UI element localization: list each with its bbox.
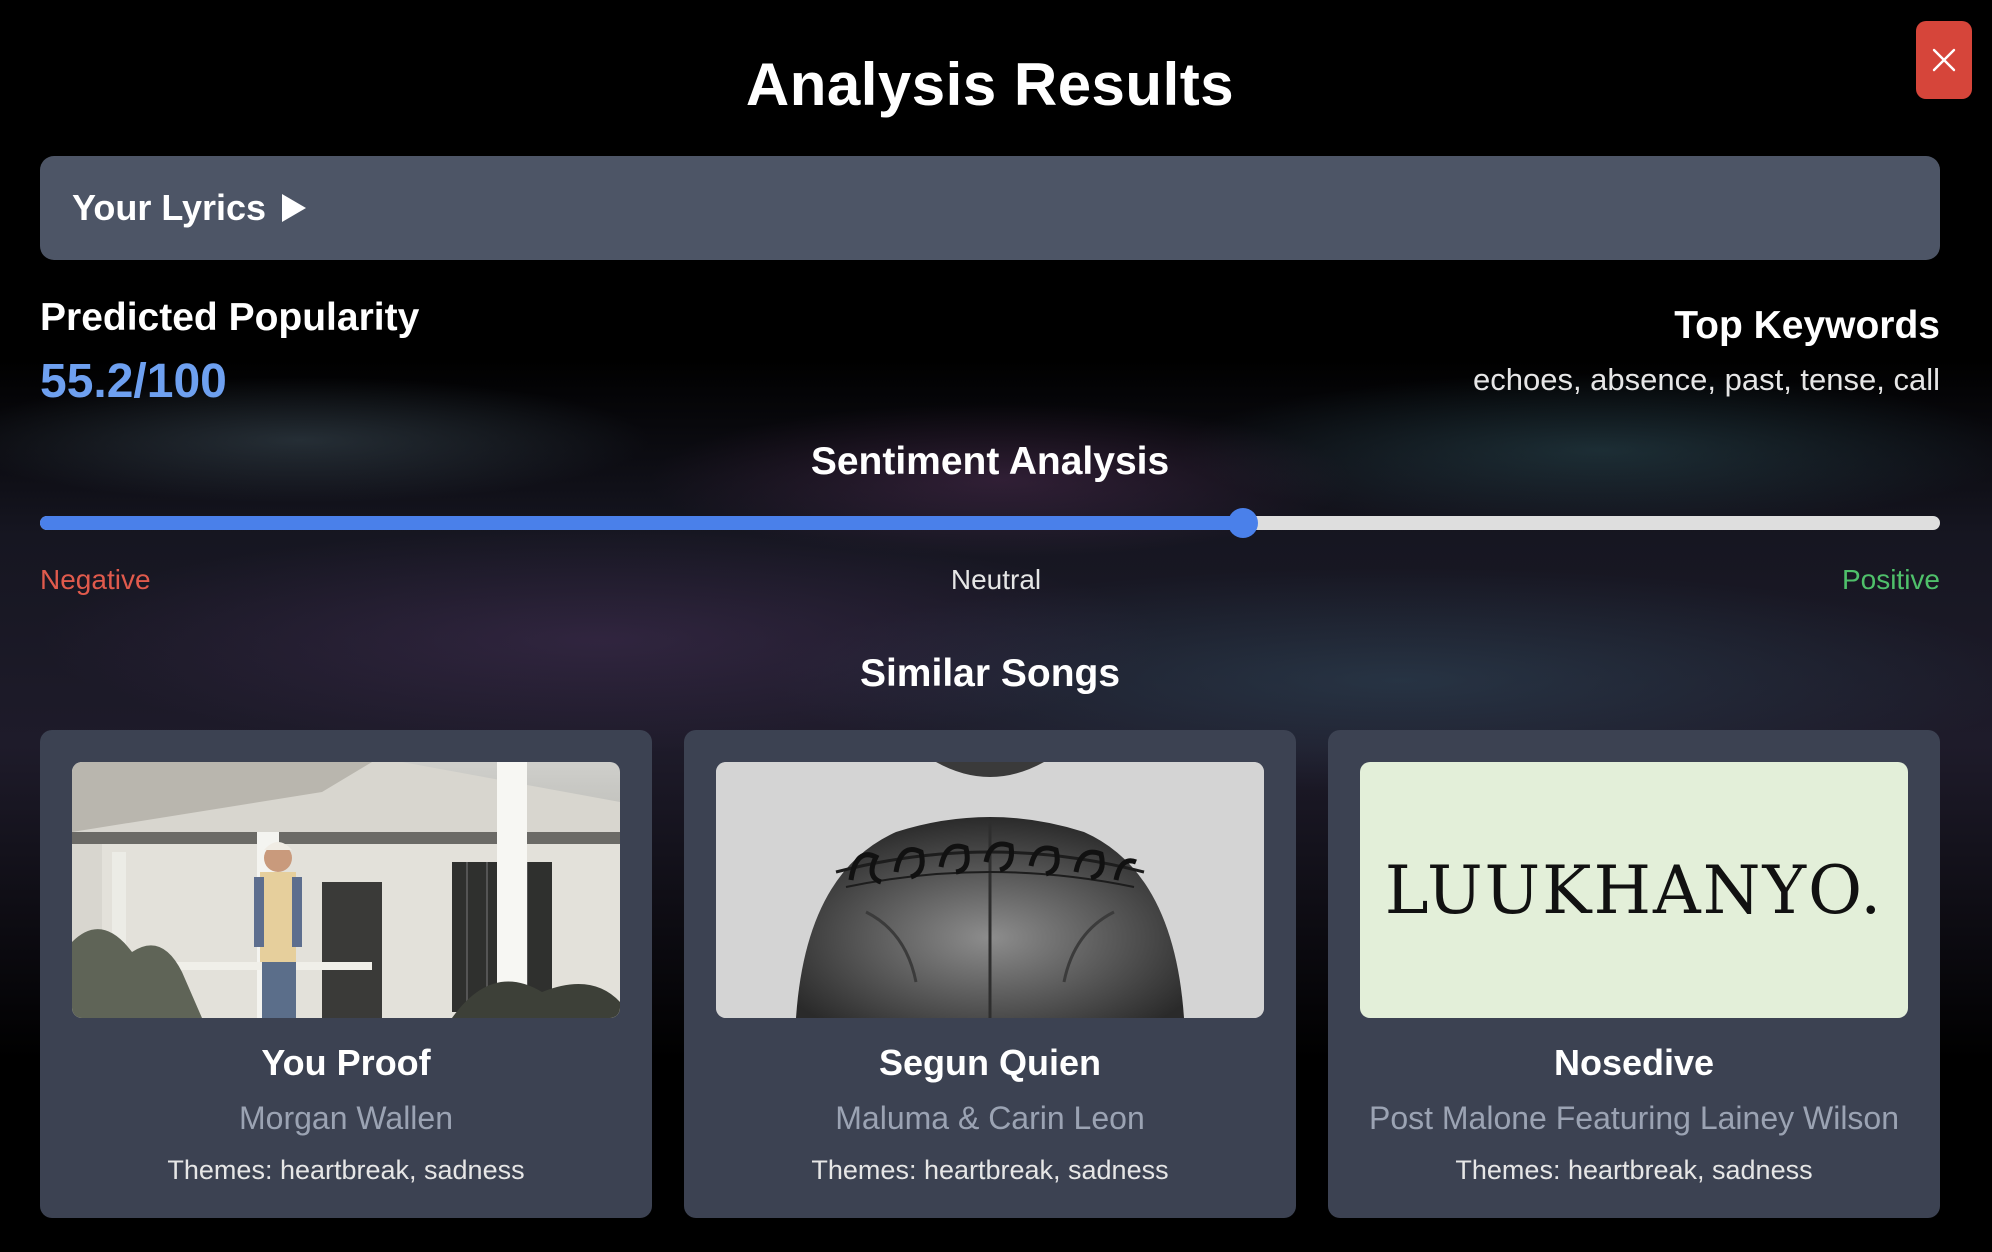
play-triangle-icon	[280, 193, 308, 223]
song-title: Segun Quien	[878, 1042, 1101, 1083]
predicted-popularity-value: 55.2/100	[40, 355, 227, 408]
top-keywords-value: echoes, absence, past, tense, call	[1472, 362, 1940, 397]
song-artist: Morgan Wallen	[238, 1100, 453, 1136]
cover-logo-text: LUUKHANYO.	[1384, 851, 1884, 929]
top-keywords-label: Top Keywords	[1674, 304, 1940, 347]
sentiment-positive-label: Positive	[1841, 564, 1940, 595]
predicted-popularity-label: Predicted Popularity	[40, 296, 420, 339]
song-themes: Themes: heartbreak, sadness	[811, 1155, 1169, 1185]
song-cover-image	[72, 762, 620, 1018]
your-lyrics-label: Your Lyrics	[72, 187, 267, 228]
page-title: Analysis Results	[745, 51, 1235, 118]
sentiment-slider-fill	[40, 516, 1243, 530]
sentiment-neutral-label: Neutral	[950, 564, 1042, 595]
song-title: You Proof	[261, 1042, 431, 1083]
song-themes: Themes: heartbreak, sadness	[1455, 1155, 1813, 1185]
song-cover-image: LUUKHANYO.	[1360, 762, 1908, 1018]
song-cover-image	[716, 762, 1264, 1018]
song-card[interactable]: Segun Quien Maluma & Carin Leon Themes: …	[684, 730, 1296, 1218]
song-artist: Post Malone Featuring Lainey Wilson	[1368, 1100, 1900, 1136]
similar-songs-list: You Proof Morgan Wallen Themes: heartbre…	[40, 730, 1940, 1218]
song-artist: Maluma & Carin Leon	[835, 1100, 1145, 1136]
similar-songs-title: Similar Songs	[859, 652, 1121, 695]
sentiment-slider[interactable]	[40, 508, 1940, 538]
sentiment-analysis-title: Sentiment Analysis	[810, 440, 1170, 483]
song-card[interactable]: LUUKHANYO. Nosedive Post Malone Featurin…	[1328, 730, 1940, 1218]
sentiment-slider-thumb[interactable]	[1227, 508, 1258, 538]
song-title: Nosedive	[1553, 1042, 1715, 1083]
your-lyrics-toggle[interactable]: Your Lyrics	[40, 156, 1940, 260]
song-themes: Themes: heartbreak, sadness	[167, 1155, 525, 1185]
song-card[interactable]: You Proof Morgan Wallen Themes: heartbre…	[40, 730, 652, 1218]
